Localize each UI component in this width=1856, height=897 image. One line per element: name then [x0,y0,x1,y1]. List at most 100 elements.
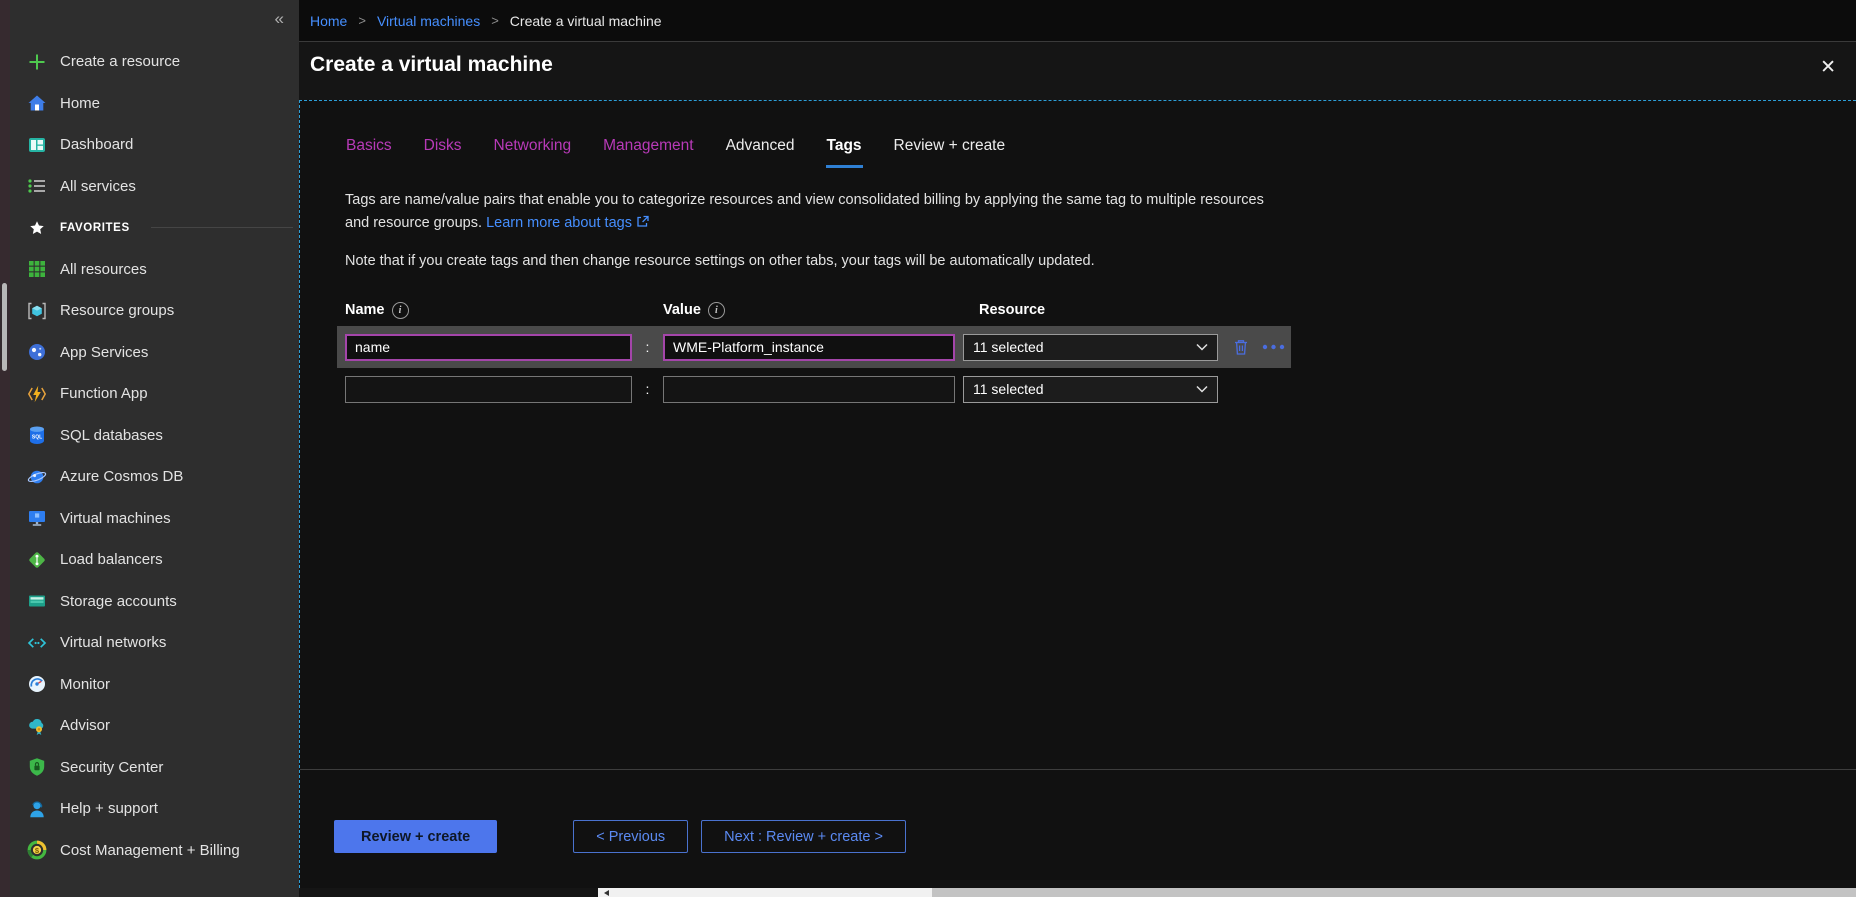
svg-text:SQL: SQL [32,435,42,441]
sidebar-item-all-services[interactable]: All services [10,166,299,208]
sidebar-item-label: SQL databases [60,427,163,444]
sidebar-item-advisor[interactable]: Advisor [10,705,299,747]
tag-value-input[interactable] [663,334,955,361]
cost-management-icon: $ [27,840,47,860]
tags-table-header: Name i Value i Resource [345,294,1291,326]
chevron-down-icon [1196,385,1208,393]
horizontal-scrollbar-thumb[interactable] [932,888,1856,897]
sidebar-item-resource-groups[interactable]: Resource groups [10,290,299,332]
column-header-name: Name i [345,302,632,319]
sidebar-item-label: All services [60,178,136,195]
sidebar-item-label: Security Center [60,759,163,776]
column-header-resource: Resource [963,302,1218,318]
tags-description-text: Tags are name/value pairs that enable yo… [345,192,1264,231]
sidebar-section-favorites: FAVORITES [10,207,299,249]
sidebar-item-help-support[interactable]: Help + support [10,788,299,830]
sql-database-icon: SQL [27,425,47,445]
virtual-machine-icon [27,508,47,528]
sidebar-item-label: Storage accounts [60,593,177,610]
azure-portal: { "controls": { "collapse_icon": "«", "c… [0,0,1856,897]
scroll-left-arrow-icon[interactable] [604,890,609,896]
security-center-icon [27,757,47,777]
more-options-icon[interactable] [1262,344,1285,350]
sidebar-nav: Create a resource HomeDashboard All servic… [10,41,299,871]
dashboard-icon [27,135,47,155]
sidebar-item-label: All resources [60,261,147,278]
close-icon[interactable]: ✕ [1814,55,1842,80]
breadcrumb-current: Create a virtual machine [510,13,662,29]
tag-name-input[interactable] [345,334,632,361]
tab-networking[interactable]: Networking [493,137,573,168]
info-icon[interactable]: i [392,302,409,319]
sidebar-item-label: Virtual machines [60,510,171,527]
sidebar-item-label: Advisor [60,717,110,734]
page-title: Create a virtual machine [310,53,553,77]
info-icon[interactable]: i [708,302,725,319]
external-link-icon [636,213,649,236]
breadcrumb: Home > Virtual machines > Create a virtu… [299,0,1856,42]
resource-dropdown[interactable]: 11 selected [963,334,1218,361]
sidebar-item-virtual-machines[interactable]: Virtual machines [10,498,299,540]
sidebar-item-create-a-resource[interactable]: Create a resource [10,41,299,83]
sidebar-item-app-services[interactable]: App Services [10,332,299,374]
trash-icon[interactable] [1233,338,1249,356]
tag-row: : 11 selected [337,326,1291,368]
load-balancer-icon [27,550,47,570]
horizontal-scrollbar[interactable] [598,888,1856,897]
next-button[interactable]: Next : Review + create > [701,820,906,853]
sidebar-item-cost-management-billing[interactable]: $ Cost Management + Billing [10,830,299,872]
sidebar-item-monitor[interactable]: Monitor [10,664,299,706]
footer-divider [300,769,1856,770]
resource-group-icon [27,301,47,321]
create-vm-panel: Basics Disks Networking Management Advanced T… [299,100,1856,888]
sidebar-item-azure-cosmos-db[interactable]: Azure Cosmos DB [10,456,299,498]
main-area: Home > Virtual machines > Create a virtu… [299,0,1856,897]
list-icon [27,176,47,196]
monitor-icon [27,674,47,694]
tab-disks[interactable]: Disks [423,137,463,168]
resource-dropdown[interactable]: 11 selected [963,376,1218,403]
previous-button[interactable]: < Previous [573,820,688,853]
tag-name-input[interactable] [345,376,632,403]
sidebar-item-all-resources[interactable]: All resources [10,249,299,291]
tab-review-create[interactable]: Review + create [893,137,1007,168]
sidebar-item-label: Cost Management + Billing [60,842,240,859]
sidebar-item-label: Create a resource [60,53,180,70]
sidebar-collapse-button[interactable]: « [269,9,290,28]
tab-advanced[interactable]: Advanced [725,137,796,168]
home-icon [27,93,47,113]
sidebar-scrollbar-thumb[interactable] [2,283,7,371]
tab-bar: Basics Disks Networking Management Advanced T… [345,137,1856,168]
footer: Review + create < Previous Next : Review… [334,820,906,853]
sidebar-item-label: Load balancers [60,551,163,568]
titlebar: Create a virtual machine ✕ [299,42,1856,100]
tag-value-input[interactable] [663,376,955,403]
tab-basics[interactable]: Basics [345,137,393,168]
sidebar-item-dashboard[interactable]: Dashboard [10,124,299,166]
tags-table: Name i Value i Resource [345,294,1856,410]
plus-icon [27,52,47,72]
sidebar-item-label: Monitor [60,676,110,693]
sidebar-item-security-center[interactable]: Security Center [10,747,299,789]
breadcrumb-virtual-machines-link[interactable]: Virtual machines [377,13,480,29]
sidebar-item-function-app[interactable]: Function App [10,373,299,415]
sidebar-item-label: Resource groups [60,302,174,319]
sidebar-item-sql-databases[interactable]: SQL SQL databases [10,415,299,457]
storage-icon [27,591,47,611]
row-actions [1218,338,1291,356]
review-create-button[interactable]: Review + create [334,820,497,853]
sidebar-item-virtual-networks[interactable]: Virtual networks [10,622,299,664]
sidebar-item-label: Azure Cosmos DB [60,468,183,485]
sidebar: « Create a resource HomeDashboard All serv… [0,0,299,897]
breadcrumb-home-link[interactable]: Home [310,13,347,29]
tab-management[interactable]: Management [602,137,694,168]
sidebar-item-home[interactable]: Home [10,83,299,125]
sidebar-item-storage-accounts[interactable]: Storage accounts [10,581,299,623]
sidebar-item-load-balancers[interactable]: Load balancers [10,539,299,581]
section-divider [151,227,293,228]
star-icon [27,218,47,238]
tab-tags[interactable]: Tags [826,137,863,168]
learn-more-about-tags-link[interactable]: Learn more about tags [486,215,632,231]
column-header-value: Value i [663,302,955,319]
sidebar-item-label: App Services [60,344,148,361]
